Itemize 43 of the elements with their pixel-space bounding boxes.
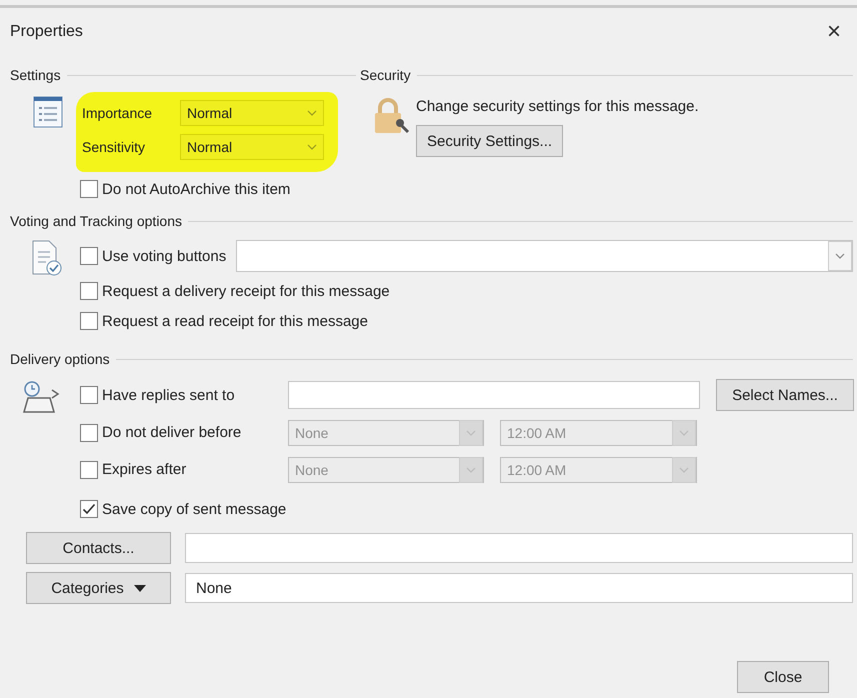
contacts-button[interactable]: Contacts... bbox=[26, 532, 171, 564]
chevron-icon bbox=[466, 466, 476, 472]
checkbox[interactable] bbox=[80, 500, 98, 518]
dropdown[interactable]: Normal bbox=[180, 100, 324, 126]
checkbox[interactable] bbox=[80, 386, 98, 404]
group-heading: Voting and Tracking options bbox=[10, 213, 182, 229]
categories-field[interactable]: None bbox=[185, 573, 853, 603]
checkbox-label: Request a read receipt for this message bbox=[102, 312, 368, 330]
categories-button[interactable]: Categories bbox=[26, 572, 171, 604]
window-title: Properties bbox=[10, 23, 83, 41]
list-icon bbox=[33, 96, 63, 128]
group-heading: Settings bbox=[10, 67, 61, 83]
checkbox-label: Save copy of sent message bbox=[102, 500, 286, 518]
close-dialog-button[interactable]: Close bbox=[737, 661, 829, 693]
checkbox-label: Have replies sent to bbox=[102, 386, 235, 404]
checkbox-label: Request a delivery receipt for this message bbox=[102, 282, 390, 300]
checkbox[interactable] bbox=[80, 247, 98, 265]
chevron-icon bbox=[307, 144, 317, 150]
close-button[interactable]: × bbox=[820, 18, 847, 46]
checkbox-label: Use voting buttons bbox=[102, 248, 226, 264]
checkbox[interactable] bbox=[80, 282, 98, 300]
checkbox[interactable] bbox=[80, 180, 98, 198]
field-label: Sensitivity bbox=[82, 139, 146, 155]
chevron-icon bbox=[835, 253, 845, 259]
checkbox-label: Do not AutoArchive this item bbox=[102, 180, 290, 198]
caret-icon bbox=[134, 584, 146, 592]
security-description: Change security settings for this message. bbox=[416, 98, 700, 115]
select-names-button[interactable]: Select Names... bbox=[716, 379, 854, 411]
checkbox-label: Expires after bbox=[102, 461, 186, 478]
clock-envelope-icon bbox=[22, 380, 62, 414]
checkbox-label: Do not deliver before bbox=[102, 424, 242, 441]
security-settings-button[interactable]: Security Settings... bbox=[416, 125, 564, 157]
group-heading: Security bbox=[360, 67, 411, 83]
chevron-icon bbox=[679, 466, 689, 472]
checkbox[interactable] bbox=[80, 312, 98, 330]
dropdown[interactable]: Normal bbox=[180, 134, 324, 160]
group-heading: Delivery options bbox=[10, 351, 110, 367]
contacts-field[interactable] bbox=[185, 533, 853, 563]
text-field[interactable] bbox=[288, 381, 700, 409]
chevron-icon bbox=[679, 430, 689, 436]
chevron-icon bbox=[307, 110, 317, 116]
field-label: Importance bbox=[82, 105, 154, 121]
chevron-icon bbox=[466, 430, 476, 436]
